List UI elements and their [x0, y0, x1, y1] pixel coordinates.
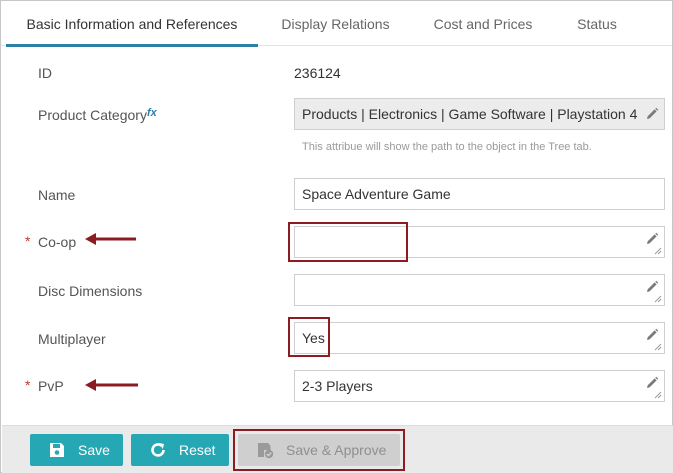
product-category-label: Product Categoryfx — [38, 107, 157, 123]
disc-dimensions-field[interactable] — [294, 274, 665, 306]
tab-display-relations[interactable]: Display Relations — [269, 1, 402, 46]
id-value: 236124 — [294, 65, 341, 81]
reset-button-label: Reset — [179, 442, 216, 458]
action-footer: Save Reset Save & Approve — [2, 425, 673, 473]
tab-cost-and-prices[interactable]: Cost and Prices — [423, 1, 543, 46]
multiplayer-field[interactable]: Yes — [294, 322, 665, 354]
pencil-icon[interactable] — [645, 232, 659, 246]
refresh-icon — [151, 443, 165, 457]
pvp-value: 2-3 Players — [302, 378, 373, 394]
coop-field[interactable] — [294, 226, 665, 258]
disc-dimensions-label: Disc Dimensions — [38, 283, 143, 299]
multiplayer-value: Yes — [302, 330, 325, 346]
product-category-value: Products | Electronics | Game Software |… — [302, 106, 642, 122]
tab-label: Cost and Prices — [433, 15, 533, 32]
save-button-label: Save — [78, 442, 110, 458]
arrow-left-icon — [85, 233, 136, 245]
tab-label: Status — [577, 15, 617, 32]
tab-label: Basic Information and References — [26, 15, 238, 32]
product-category-field[interactable]: Products | Electronics | Game Software |… — [294, 98, 665, 130]
name-field[interactable]: Space Adventure Game — [294, 178, 665, 210]
tab-basic-information[interactable]: Basic Information and References — [6, 1, 258, 47]
save-approve-icon — [258, 443, 274, 459]
arrow-left-icon — [85, 379, 138, 391]
id-label: ID — [38, 65, 52, 81]
save-button[interactable]: Save — [30, 434, 123, 466]
pvp-field[interactable]: 2-3 Players — [294, 370, 665, 402]
coop-label: Co-op — [38, 234, 77, 250]
pencil-icon[interactable] — [645, 280, 659, 294]
resize-grip-icon[interactable] — [654, 247, 662, 255]
resize-grip-icon[interactable] — [654, 391, 662, 399]
tab-bar: Basic Information and References Display… — [1, 1, 672, 47]
multiplayer-label: Multiplayer — [38, 331, 106, 347]
fx-icon: fx — [146, 107, 157, 119]
required-marker: * — [25, 233, 31, 249]
floppy-disk-icon — [50, 443, 64, 457]
name-value: Space Adventure Game — [302, 186, 451, 202]
name-label: Name — [38, 187, 76, 203]
pencil-icon[interactable] — [645, 376, 659, 390]
tab-status[interactable]: Status — [567, 1, 627, 46]
pencil-icon[interactable] — [645, 328, 659, 342]
product-category-hint: This attribue will show the path to the … — [302, 141, 592, 153]
save-approve-button[interactable]: Save & Approve — [238, 434, 400, 466]
save-approve-button-label: Save & Approve — [286, 442, 387, 458]
product-category-label-text: Product Category — [38, 107, 147, 123]
pvp-label: PvP — [38, 378, 64, 394]
resize-grip-icon[interactable] — [654, 295, 662, 303]
resize-grip-icon[interactable] — [654, 343, 662, 351]
required-marker: * — [25, 377, 31, 393]
tab-label: Display Relations — [281, 15, 390, 32]
pencil-icon[interactable] — [645, 107, 659, 121]
reset-button[interactable]: Reset — [131, 434, 229, 466]
product-editor-panel: Basic Information and References Display… — [0, 0, 673, 473]
